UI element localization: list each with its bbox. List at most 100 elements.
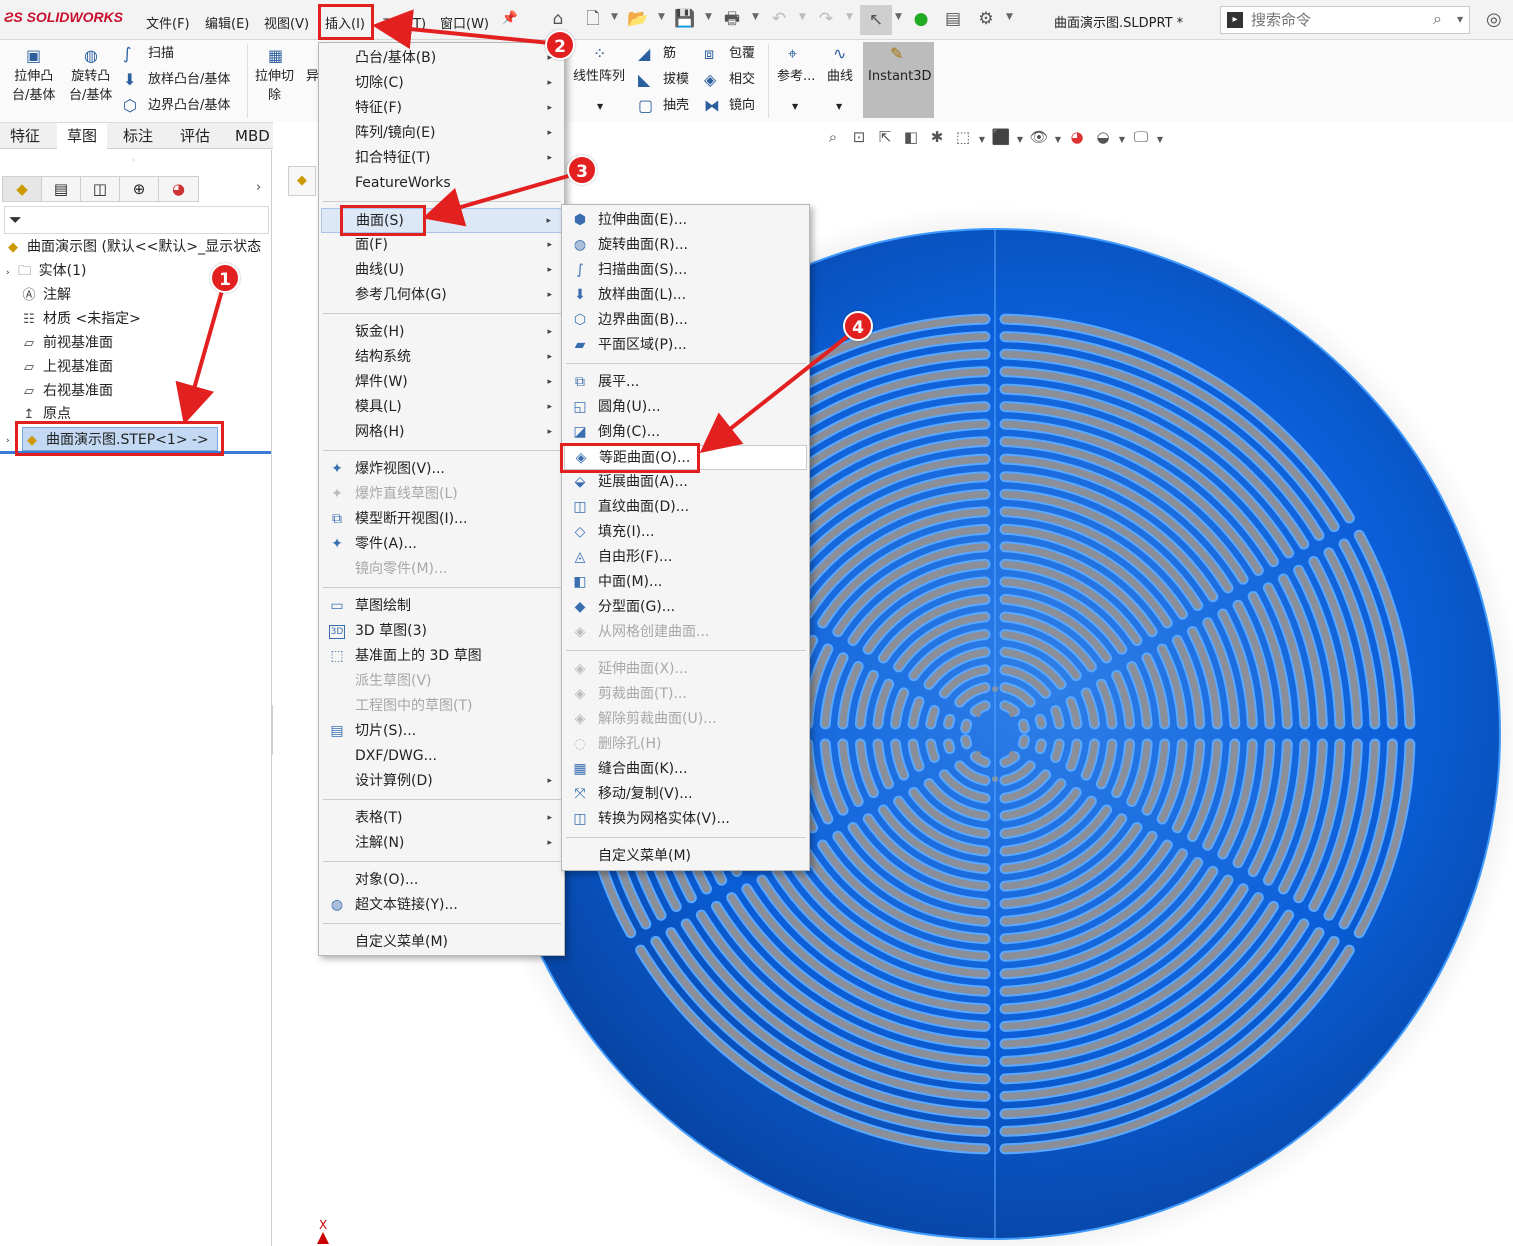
tab-markup[interactable]: 标注 (113, 123, 163, 149)
filter-icon[interactable]: ⏷ (9, 210, 22, 230)
extrude-cut-icon[interactable]: ▦ (268, 46, 283, 65)
section-view-icon[interactable]: ◧ (898, 128, 924, 146)
menu-item-customize-menu[interactable]: 自定义菜单(M) (321, 930, 562, 955)
menu-item-mesh[interactable]: 网格(H) ▸ (321, 420, 562, 445)
chevron-down-icon[interactable]: ▼ (1154, 135, 1166, 144)
flyout-tree-icon[interactable]: ◆ (288, 166, 316, 196)
menu-item-extruded-surface[interactable]: ⬢ 拉伸曲面(E)... (564, 208, 807, 233)
menu-window[interactable]: 窗口(W) (440, 13, 489, 32)
menu-item-customize-menu[interactable]: 自定义菜单(M) (564, 844, 807, 869)
mirror-button[interactable]: 镜向 (729, 96, 755, 115)
chevron-down-icon[interactable]: ▼ (1116, 135, 1128, 144)
extrude-boss-button[interactable]: ▣ (22, 46, 41, 65)
draft-button[interactable]: 拔模 (663, 70, 689, 89)
menu-item-weldments[interactable]: 焊件(W) ▸ (321, 370, 562, 395)
home-icon[interactable]: ⌂ (547, 8, 569, 30)
menu-item-fill[interactable]: ◇ 填充(I)... (564, 520, 807, 545)
menu-item-freeform[interactable]: ◬ 自由形(F)... (564, 545, 807, 570)
menu-item-object[interactable]: 对象(O)... (321, 868, 562, 893)
search-box[interactable]: ▸ ⌕ ▼ (1220, 6, 1470, 34)
dimxpert-tab-icon[interactable]: ⊕ (120, 177, 159, 201)
expand-arrow-icon[interactable]: › (6, 436, 10, 446)
menu-item-convert-to-mesh-body[interactable]: ◫ 转换为网格实体(V)... (564, 807, 807, 832)
menu-item-mirror-part[interactable]: 镜向零件(M)... (321, 557, 562, 582)
menu-item-3d-sketch-on-plane[interactable]: ⬚ 基准面上的 3D 草图 (321, 644, 562, 669)
tree-item-right-plane[interactable]: ▱ 右视基准面 (20, 379, 113, 403)
tree-root[interactable]: ◆ 曲面演示图 (默认<<默认>_显示状态 (4, 235, 261, 259)
menu-item-untrim-surface[interactable]: ◈ 解除剪裁曲面(U)... (564, 707, 807, 732)
search-input[interactable] (1251, 10, 1421, 30)
open-folder-icon[interactable]: 📂 (627, 8, 649, 30)
feature-manager-tab-icon[interactable]: ◆ (3, 177, 42, 201)
menu-item-structure-system[interactable]: 结构系统 ▸ (321, 345, 562, 370)
menu-item-fillet[interactable]: ◱ 圆角(U)... (564, 395, 807, 420)
traffic-light-icon[interactable]: ● (910, 8, 932, 30)
file-properties-icon[interactable]: ▤ (942, 8, 964, 30)
menu-item-dxf-dwg[interactable]: DXF/DWG... (321, 744, 562, 769)
revolve-boss-label[interactable]: 旋转凸 台/基体 (69, 67, 112, 105)
menu-item-explode-line-sketch[interactable]: ✦ 爆炸直线草图(L) (321, 482, 562, 507)
chevron-down-icon[interactable]: ▼ (846, 12, 853, 22)
panel-collapse-handle[interactable]: ◦ (131, 156, 136, 165)
dynamic-annotation-icon[interactable]: ✱ (924, 128, 950, 146)
previous-view-icon[interactable]: ⇱ (872, 128, 898, 146)
new-document-icon[interactable]: 🗋 (582, 8, 604, 30)
chevron-down-icon[interactable]: ▼ (792, 102, 798, 111)
tree-item-step-selected[interactable]: ◆ 曲面演示图.STEP<1> -> (22, 427, 218, 451)
menu-item-featureworks[interactable]: FeatureWorks (321, 171, 562, 196)
intersect-button[interactable]: 相交 (729, 70, 755, 89)
scene-icon[interactable]: ◒ (1090, 128, 1116, 146)
menu-item-3d-sketch[interactable]: 3D 3D 草图(3) (321, 619, 562, 644)
chevron-down-icon[interactable]: ▼ (705, 12, 712, 22)
chevron-down-icon[interactable]: ▼ (1014, 135, 1026, 144)
menu-item-hyperlink[interactable]: ◍ 超文本链接(Y)... (321, 893, 562, 918)
chevron-down-icon[interactable]: ▼ (895, 12, 902, 22)
menu-item-knit-surface[interactable]: ▦ 缝合曲面(K)... (564, 757, 807, 782)
menu-item-boss-base[interactable]: 凸台/基体(B) ▸ (321, 46, 562, 71)
zoom-to-fit-icon[interactable]: ⌕ (820, 128, 846, 146)
gear-icon[interactable]: ⚙ (975, 8, 997, 30)
zoom-to-area-icon[interactable]: ⊡ (846, 128, 872, 146)
menu-item-radiate-surface[interactable]: ⬙ 延展曲面(A)... (564, 470, 807, 495)
menu-item-tables[interactable]: 表格(T) ▸ (321, 806, 562, 831)
extrude-cut-label[interactable]: 拉伸切除 (255, 67, 294, 105)
menu-item-sheet-metal[interactable]: 钣金(H) ▸ (321, 320, 562, 345)
chevron-down-icon[interactable]: ▼ (976, 135, 988, 144)
pin-icon[interactable]: 📌 (499, 8, 521, 30)
chevron-down-icon[interactable]: ▼ (611, 12, 618, 22)
menu-item-part[interactable]: ✦ 零件(A)... (321, 532, 562, 557)
menu-item-slice[interactable]: ▤ 切片(S)... (321, 719, 562, 744)
undo-icon[interactable]: ↶ (768, 8, 790, 30)
menu-item-planar-surface[interactable]: ▰ 平面区域(P)... (564, 333, 807, 358)
shell-button[interactable]: 抽壳 (663, 96, 689, 115)
expand-arrow-icon[interactable]: › (6, 268, 10, 278)
menu-item-annotations[interactable]: 注解(N) ▸ (321, 831, 562, 856)
menu-item-design-study[interactable]: 设计算例(D) ▸ (321, 769, 562, 794)
menu-file[interactable]: 文件(F) (146, 13, 190, 32)
tab-evaluate[interactable]: 评估 (170, 123, 220, 149)
user-account-icon[interactable]: ◎ (1486, 9, 1502, 30)
curves-button[interactable]: 曲线 (827, 67, 853, 86)
tree-item-annotations[interactable]: Ⓐ 注解 (20, 283, 71, 307)
menu-item-model-break-view[interactable]: ⧉ 模型断开视图(I)... (321, 507, 562, 532)
tab-sketch[interactable]: 草图 (57, 123, 108, 149)
menu-item-cut[interactable]: 切除(C) ▸ (321, 71, 562, 96)
menu-edit[interactable]: 编辑(E) (205, 13, 249, 32)
menu-item-boundary-surface[interactable]: ⬡ 边界曲面(B)... (564, 308, 807, 333)
menu-item-derived-sketch[interactable]: 派生草图(V) (321, 669, 562, 694)
tree-item-material[interactable]: ☷ 材质 <未指定> (20, 307, 141, 331)
menu-item-sketch-from-drawing[interactable]: 工程图中的草图(T) (321, 694, 562, 719)
menu-item-surface-from-mesh[interactable]: ◈ 从网格创建曲面... (564, 620, 807, 645)
linear-pattern-button[interactable]: 线性阵列 (573, 67, 625, 86)
hide-show-items-icon[interactable]: 👁 (1026, 128, 1052, 146)
menu-item-trim-surface[interactable]: ◈ 剪裁曲面(T)... (564, 682, 807, 707)
select-pointer-icon[interactable]: ↖ (860, 5, 892, 35)
menu-item-face[interactable]: 面(F) ▸ (321, 233, 562, 258)
edit-appearance-icon[interactable]: ◕ (1064, 128, 1090, 146)
menu-item-exploded-view[interactable]: ✦ 爆炸视图(V)... (321, 457, 562, 482)
tree-item-solid-bodies[interactable]: › 🗀 实体(1) (6, 259, 86, 283)
tree-item-front-plane[interactable]: ▱ 前视基准面 (20, 331, 113, 355)
chevron-down-icon[interactable]: ▼ (836, 102, 842, 111)
menu-item-delete-hole[interactable]: ◌ 删除孔(H) (564, 732, 807, 757)
menu-view[interactable]: 视图(V) (264, 13, 309, 32)
